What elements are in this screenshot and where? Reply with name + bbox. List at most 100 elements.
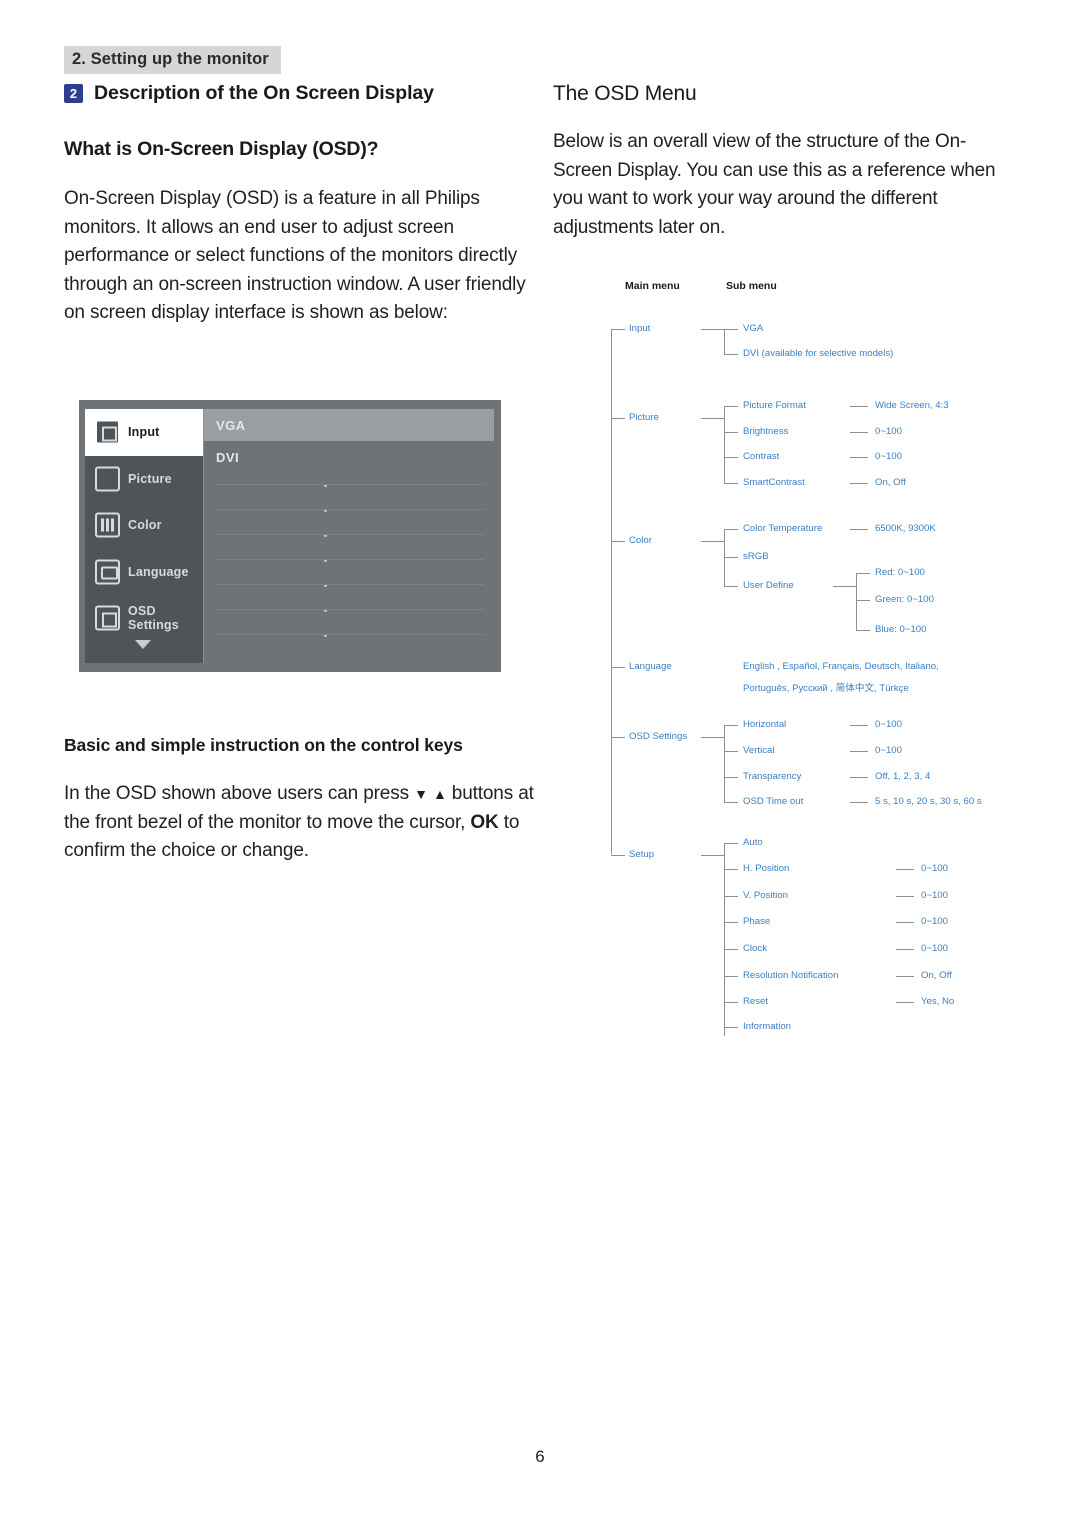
tree-branch bbox=[850, 802, 868, 803]
tree-branch bbox=[896, 949, 914, 950]
control-keys-section: Basic and simple instruction on the cont… bbox=[64, 735, 539, 866]
tree-branch bbox=[724, 777, 738, 778]
tree-branch bbox=[724, 802, 738, 803]
tree-branch bbox=[724, 1027, 738, 1028]
tree-node-resolution-notification: Resolution Notification bbox=[743, 970, 839, 981]
osd-menu-item-language[interactable]: Language bbox=[85, 549, 203, 596]
tree-branch bbox=[856, 573, 870, 574]
tree-header-sub: Sub menu bbox=[726, 280, 777, 292]
tree-branch bbox=[724, 843, 725, 1036]
tree-branch bbox=[833, 586, 857, 587]
tree-node-brightness: Brightness bbox=[743, 426, 789, 437]
input-icon bbox=[95, 419, 120, 445]
tree-node-srgb: sRGB bbox=[743, 551, 769, 562]
tree-node-vga: VGA bbox=[743, 323, 764, 334]
osd-definition-heading: What is On-Screen Display (OSD)? bbox=[64, 138, 379, 160]
tree-branch bbox=[724, 896, 738, 897]
tree-branch bbox=[850, 529, 868, 530]
left-column: 2 Description of the On Screen Display W… bbox=[64, 82, 529, 328]
tree-node-color-temperature: Color Temperature bbox=[743, 523, 823, 534]
tree-node-v-position: V. Position bbox=[743, 890, 788, 901]
osd-menu-item-label: Language bbox=[128, 564, 189, 579]
tree-branch bbox=[724, 1002, 738, 1003]
osd-menu-item-label: OSD Settings bbox=[128, 604, 179, 633]
osd-menu-item-label: Color bbox=[128, 518, 162, 533]
triangle-down-icon: ▼ bbox=[414, 786, 428, 802]
osd-menu-tree: Main menu Sub menu Input VGA DVI (availa… bbox=[553, 275, 1073, 1055]
tree-node-horizontal: Horizontal bbox=[743, 719, 787, 730]
osd-menu-item-color[interactable]: Color bbox=[85, 502, 203, 549]
tree-node-input: Input bbox=[629, 323, 651, 334]
osd-sub-item-vga[interactable]: VGA bbox=[204, 409, 494, 441]
osd-main-menu-panel: Input Picture Color Language OSD Setting… bbox=[85, 409, 203, 663]
tree-value-v-position: 0~100 bbox=[921, 890, 948, 901]
section-title: Description of the On Screen Display bbox=[94, 82, 434, 104]
osd-sub-item-dvi[interactable]: DVI bbox=[204, 441, 494, 473]
tree-branch bbox=[724, 751, 738, 752]
chapter-header: 2. Setting up the monitor bbox=[64, 46, 281, 74]
control-keys-text-1: In the OSD shown above users can press bbox=[64, 783, 409, 804]
tree-branch bbox=[701, 737, 725, 738]
tree-branch bbox=[724, 976, 738, 977]
control-keys-body: In the OSD shown above users can press ▼… bbox=[64, 780, 539, 866]
control-keys-heading: Basic and simple instruction on the cont… bbox=[64, 735, 463, 755]
color-icon bbox=[95, 512, 120, 538]
tree-branch bbox=[724, 557, 738, 558]
page-number: 6 bbox=[535, 1447, 545, 1466]
tree-branch bbox=[701, 418, 725, 419]
osd-screenshot-illustration: Input Picture Color Language OSD Setting… bbox=[80, 401, 500, 671]
section-number-badge: 2 bbox=[64, 84, 83, 103]
tree-node-picture-format: Picture Format bbox=[743, 400, 806, 411]
tree-node-auto: Auto bbox=[743, 837, 763, 848]
tree-branch bbox=[724, 949, 738, 950]
tree-branch bbox=[896, 896, 914, 897]
tree-branch bbox=[850, 751, 868, 752]
tree-node-color: Color bbox=[629, 535, 652, 546]
tree-node-setup: Setup bbox=[629, 849, 655, 860]
tree-branch bbox=[724, 922, 738, 923]
osd-sub-item-label: VGA bbox=[216, 417, 246, 433]
tree-value-smartcontrast: On, Off bbox=[875, 477, 906, 488]
tree-node-osd-settings: OSD Settings bbox=[629, 731, 688, 742]
osd-sub-item-label: DVI bbox=[216, 449, 240, 465]
tree-branch bbox=[701, 855, 725, 856]
tree-node-clock: Clock bbox=[743, 943, 767, 954]
tree-branch bbox=[724, 406, 725, 483]
tree-value-osd-time-out: 5 s, 10 s, 20 s, 30 s, 60 s bbox=[875, 796, 982, 807]
osd-menu-item-osd-settings[interactable]: OSD Settings bbox=[85, 595, 203, 642]
tree-node-blue: Blue: 0~100 bbox=[875, 624, 927, 635]
tree-header-main: Main menu bbox=[625, 280, 680, 292]
tree-value-h-position: 0~100 bbox=[921, 863, 948, 874]
tree-branch bbox=[850, 406, 868, 407]
tree-branch bbox=[724, 329, 725, 355]
tree-value-color-temperature: 6500K, 9300K bbox=[875, 523, 936, 534]
tree-branch bbox=[724, 529, 738, 530]
osd-menu-item-picture[interactable]: Picture bbox=[85, 456, 203, 503]
tree-branch bbox=[701, 541, 725, 542]
tree-node-phase: Phase bbox=[743, 916, 771, 927]
tree-branch bbox=[724, 725, 738, 726]
tree-value-picture-format: Wide Screen, 4:3 bbox=[875, 400, 949, 411]
tree-branch bbox=[611, 667, 625, 668]
osd-placeholder-row bbox=[204, 623, 494, 648]
tree-branch bbox=[896, 869, 914, 870]
tree-branch bbox=[724, 457, 738, 458]
tree-node-contrast: Contrast bbox=[743, 451, 780, 462]
tree-branch bbox=[856, 630, 870, 631]
tree-value-clock: 0~100 bbox=[921, 943, 948, 954]
osd-menu-item-input[interactable]: Input bbox=[85, 409, 203, 456]
tree-node-language: Language bbox=[629, 661, 672, 672]
tree-node-green: Green: 0~100 bbox=[875, 594, 934, 605]
tree-node-smartcontrast: SmartContrast bbox=[743, 477, 805, 488]
tree-node-h-position: H. Position bbox=[743, 863, 790, 874]
section-heading: 2 Description of the On Screen Display bbox=[64, 82, 529, 105]
language-icon bbox=[95, 559, 120, 585]
tree-node-vertical: Vertical bbox=[743, 745, 775, 756]
tree-value-reset: Yes, No bbox=[921, 996, 955, 1007]
tree-branch bbox=[724, 354, 738, 355]
chevron-down-icon[interactable] bbox=[135, 640, 151, 649]
osd-definition-body: On-Screen Display (OSD) is a feature in … bbox=[64, 188, 526, 323]
tree-node-picture: Picture bbox=[629, 412, 659, 423]
tree-branch bbox=[611, 737, 625, 738]
tree-branch bbox=[724, 869, 738, 870]
